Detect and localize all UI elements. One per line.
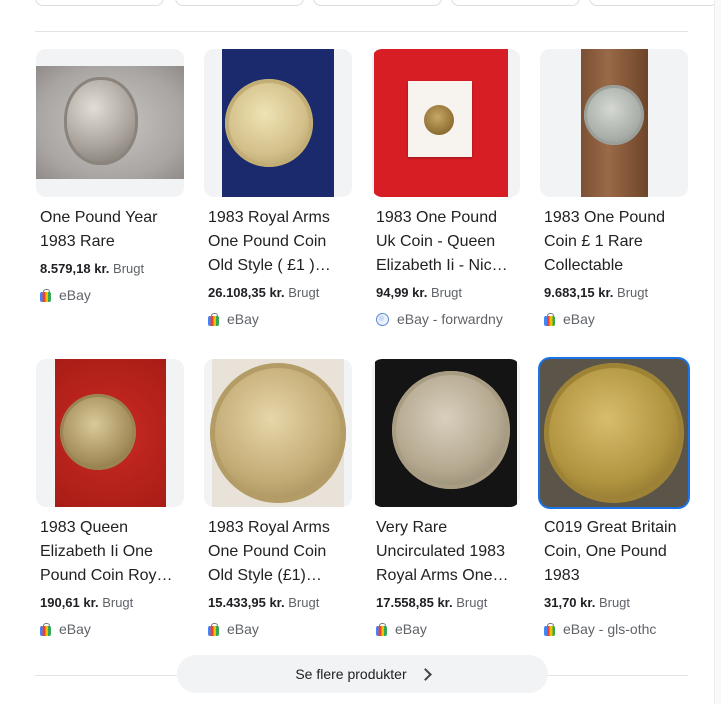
product-title[interactable]: 1983 Royal Arms One Pound Coin Old Style… (208, 206, 352, 278)
store-line: eBay (376, 620, 427, 638)
product-price: 26.108,35 kr. (208, 285, 285, 300)
store-line: eBay (40, 286, 91, 304)
chevron-right-icon (418, 667, 432, 681)
filter-chip[interactable] (175, 0, 304, 6)
coin-icon (60, 394, 136, 470)
product-condition: Brugt (102, 595, 134, 610)
product-image[interactable] (36, 49, 184, 197)
product-image[interactable] (538, 357, 690, 509)
store-line: eBay (208, 310, 259, 328)
product-title[interactable]: 1983 Royal Arms One Pound Coin Old Style… (208, 516, 352, 588)
product-price: 8.579,18 kr. (40, 261, 110, 276)
filter-chip[interactable] (589, 0, 718, 6)
product-image[interactable] (372, 49, 520, 197)
store-line: eBay - forwardny (376, 310, 503, 328)
product-title[interactable]: 1983 One Pound Coin £ 1 Rare Collectable (544, 206, 688, 278)
filter-chip[interactable] (451, 0, 580, 6)
coin-icon (584, 85, 644, 145)
product-condition: Brugt (617, 285, 649, 300)
see-more-label: Se flere produkter (295, 666, 407, 682)
store-line: eBay (208, 620, 259, 638)
product-condition: Brugt (288, 595, 320, 610)
shopping-bag-icon (40, 288, 51, 302)
price-line: 17.558,85 kr. Brugt (376, 594, 487, 612)
product-price: 9.683,15 kr. (544, 285, 614, 300)
coin-icon (424, 105, 454, 135)
price-line: 190,61 kr. Brugt (40, 594, 133, 612)
product-title[interactable]: Very Rare Uncirculated 1983 Royal Arms O… (376, 516, 520, 588)
store-name: eBay - gls-othc (563, 621, 657, 637)
price-line: 8.579,18 kr. Brugt (40, 260, 144, 278)
product-image[interactable] (204, 359, 352, 507)
product-price: 31,70 kr. (544, 595, 596, 610)
product-image[interactable] (372, 359, 520, 507)
store-line: eBay - gls-othc (544, 620, 656, 638)
price-line: 26.108,35 kr. Brugt (208, 284, 319, 302)
product-condition: Brugt (456, 595, 488, 610)
coin-icon (544, 363, 684, 503)
store-name: eBay - forwardny (397, 311, 503, 327)
product-condition: Brugt (430, 285, 463, 300)
product-image[interactable] (36, 359, 184, 507)
scrollbar[interactable] (714, 0, 721, 704)
store-name: eBay (59, 621, 91, 637)
coin-icon (64, 77, 138, 165)
price-line: 9.683,15 kr. Brugt (544, 284, 648, 302)
shopping-bag-icon (40, 622, 51, 636)
shopping-bag-icon (208, 622, 219, 636)
store-line: eBay (544, 310, 595, 328)
globe-icon (376, 312, 389, 326)
shopping-bag-icon (544, 312, 555, 326)
product-price: 17.558,85 kr. (376, 595, 453, 610)
filter-chip-row (0, 0, 721, 8)
product-title[interactable]: C019 Great Britain Coin, One Pound 1983 (544, 516, 688, 588)
product-image[interactable] (540, 49, 688, 197)
store-name: eBay (59, 287, 91, 303)
shopping-bag-icon (376, 622, 387, 636)
store-line: eBay (40, 620, 91, 638)
coin-icon (225, 79, 313, 167)
product-price: 94,99 kr. (376, 285, 428, 300)
filter-chip[interactable] (35, 0, 164, 6)
store-name: eBay (227, 311, 259, 327)
store-name: eBay (563, 311, 595, 327)
price-line: 15.433,95 kr. Brugt (208, 594, 319, 612)
product-title[interactable]: 1983 One Pound Uk Coin - Queen Elizabeth… (376, 206, 520, 278)
store-name: eBay (395, 621, 427, 637)
see-more-products-button[interactable]: Se flere produkter (177, 655, 548, 693)
price-line: 94,99 kr. Brugt (376, 284, 462, 302)
product-price: 190,61 kr. (40, 595, 99, 610)
filter-chip[interactable] (313, 0, 442, 6)
product-price: 15.433,95 kr. (208, 595, 285, 610)
product-title[interactable]: 1983 Queen Elizabeth Ii One Pound Coin R… (40, 516, 184, 588)
divider (35, 31, 688, 32)
shopping-bag-icon (208, 312, 219, 326)
product-condition: Brugt (288, 285, 320, 300)
shopping-bag-icon (544, 622, 555, 636)
price-line: 31,70 kr. Brugt (544, 594, 630, 612)
product-image[interactable] (204, 49, 352, 197)
coin-icon (210, 363, 346, 503)
product-condition: Brugt (113, 261, 145, 276)
product-condition: Brugt (598, 595, 631, 610)
coin-icon (392, 371, 510, 489)
product-title[interactable]: One Pound Year 1983 Rare (40, 206, 184, 254)
store-name: eBay (227, 621, 259, 637)
